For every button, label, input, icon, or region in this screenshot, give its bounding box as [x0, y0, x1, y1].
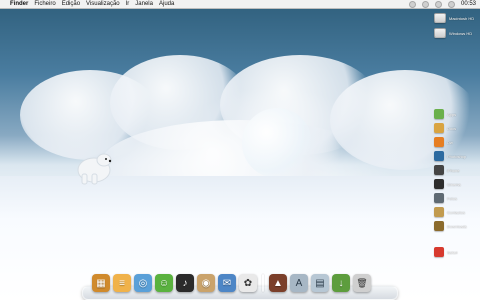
menu-visualizacao[interactable]: Visualização	[86, 0, 120, 9]
dock-separator	[262, 274, 264, 292]
menu-ficheiro[interactable]: Ficheiro	[34, 0, 55, 9]
polar-bear	[70, 142, 120, 186]
safari-icon[interactable]: ◎	[134, 274, 152, 292]
desktop-drive-macintosh-hd[interactable]: Macintosh HD	[434, 13, 474, 23]
menu-bar-clock[interactable]: 00:53	[461, 1, 476, 7]
menu-janela[interactable]: Janela	[135, 0, 153, 9]
desktop-wallpaper	[0, 0, 480, 300]
dock-glyph: ✉	[222, 277, 232, 289]
desktop-item-label: Fotos	[447, 195, 458, 201]
desktop-item[interactable]: Downloads	[434, 221, 467, 231]
hard-drive-icon	[434, 13, 446, 23]
desktop-item-label: Dw	[447, 139, 453, 145]
safari-icon	[434, 247, 444, 257]
mail-icon[interactable]: ✉	[218, 274, 236, 292]
desktop-item[interactable]: Apps	[434, 109, 456, 119]
status-icon[interactable]	[421, 0, 429, 8]
dock-glyph: 🗑	[356, 277, 368, 288]
dock-glyph: ♪	[182, 277, 188, 289]
desktop-item[interactable]: Photoshop	[434, 151, 466, 161]
desktop-item-label: Apps	[447, 111, 457, 117]
owl-icon[interactable]: ◉	[197, 274, 215, 292]
menu-ir[interactable]: Ir	[126, 0, 130, 9]
dock-glyph: ≡	[119, 277, 125, 289]
dock-glyph: ↓	[338, 277, 344, 289]
desktop-item[interactable]: Docs	[434, 123, 456, 133]
desktop-item-label: Safari	[447, 249, 458, 255]
paw-icon[interactable]: ✿	[239, 274, 257, 292]
desktop-item-label: Cinema	[447, 181, 461, 187]
menu-bar-left: Finder Ficheiro Edição Visualização Ir J…	[4, 0, 174, 9]
stack-icon[interactable]: ▲	[269, 274, 287, 292]
folder-icon	[434, 137, 444, 147]
status-icon[interactable]	[447, 0, 455, 8]
desktop-item[interactable]: Fotos	[434, 193, 457, 203]
dock-glyph: ◎	[138, 277, 148, 289]
hard-drive-icon	[434, 28, 446, 38]
menu-bar-right: 00:53	[408, 0, 476, 8]
dock-glyph: ▲	[273, 277, 283, 289]
desktop-item-label: iPhone	[447, 167, 460, 173]
downloads-icon	[434, 221, 444, 231]
app-icon	[434, 109, 444, 119]
status-icon[interactable]	[408, 0, 416, 8]
photos-icon	[434, 193, 444, 203]
dock-glyph: A	[295, 277, 303, 289]
document-icon	[434, 123, 444, 133]
desktop-item[interactable]: Dw	[434, 137, 453, 147]
desktop-item[interactable]: Contactos	[434, 207, 465, 217]
desktop-item-label: Contactos	[447, 209, 466, 215]
desktop-item-label: Photoshop	[447, 153, 467, 159]
itunes-icon[interactable]: ♪	[176, 274, 194, 292]
desktop-item-label: Docs	[447, 125, 457, 131]
moon	[242, 108, 312, 178]
iphone-icon	[434, 165, 444, 175]
menu-edicao[interactable]: Edição	[62, 0, 80, 9]
menu-finder[interactable]: Finder	[10, 0, 28, 9]
trash-icon[interactable]: 🗑	[353, 274, 371, 292]
dock-glyph: ✿	[243, 277, 253, 289]
address-book-icon[interactable]: ▦	[92, 274, 110, 292]
desktop-item-label: Macintosh HD	[449, 15, 475, 21]
dock: ▦ ≡ ◎ ☺ ♪ ◉ ✉ ✿ ▲ A ▤ ↓ 🗑	[82, 270, 398, 300]
dock-glyph: ▤	[315, 277, 325, 289]
dock-glyph: ◉	[201, 277, 211, 289]
menu-bar: Finder Ficheiro Edição Visualização Ir J…	[0, 0, 480, 9]
applications-folder-icon[interactable]: A	[290, 274, 308, 292]
desktop-item[interactable]: iPhone	[434, 165, 459, 175]
contacts-icon	[434, 207, 444, 217]
film-icon	[434, 179, 444, 189]
documents-folder-icon[interactable]: ▤	[311, 274, 329, 292]
desktop-drive-windows-hd[interactable]: Windows HD	[434, 28, 472, 38]
dock-glyph: ☺	[158, 277, 170, 289]
notes-icon[interactable]: ≡	[113, 274, 131, 292]
status-icon[interactable]	[434, 0, 442, 8]
dock-items: ▦ ≡ ◎ ☺ ♪ ◉ ✉ ✿ ▲ A ▤ ↓ 🗑	[92, 270, 386, 292]
photoshop-icon	[434, 151, 444, 161]
dock-glyph: ▦	[96, 277, 106, 289]
desktop-item[interactable]: Cinema	[434, 179, 461, 189]
menu-ajuda[interactable]: Ajuda	[159, 0, 174, 9]
downloads-folder-icon[interactable]: ↓	[332, 274, 350, 292]
desktop-item[interactable]: Safari	[434, 247, 457, 257]
messages-icon[interactable]: ☺	[155, 274, 173, 292]
desktop-item-label: Windows HD	[449, 30, 473, 36]
desktop-item-label: Downloads	[447, 223, 467, 229]
